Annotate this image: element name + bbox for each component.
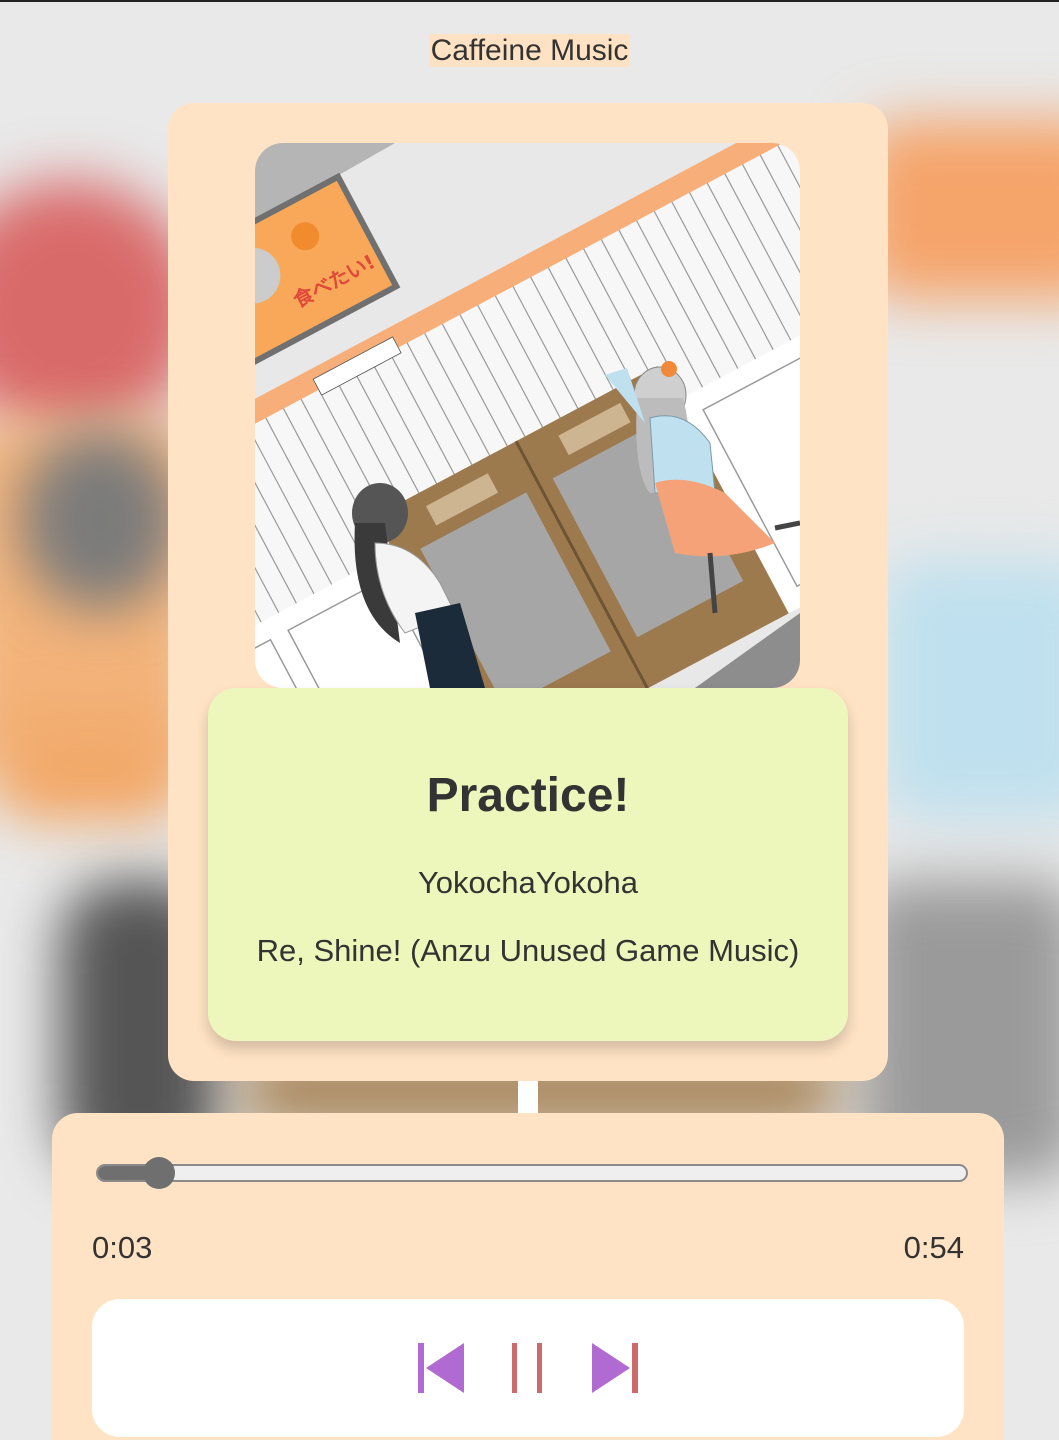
- seek-thumb[interactable]: [142, 1157, 175, 1189]
- duration-time: 0:54: [903, 1230, 964, 1265]
- album-cover-art: あんず あんず 食べたい!: [255, 143, 800, 688]
- card-connector: [518, 1081, 538, 1113]
- song-title: Practice!: [426, 769, 630, 822]
- player-panel: 0:03 0:54: [52, 1113, 1004, 1440]
- skip-next-icon: [592, 1343, 638, 1393]
- artist-name: YokochaYokoha: [417, 865, 639, 900]
- track-info-panel: Practice! YokochaYokoha Re, Shine! (Anzu…: [208, 688, 848, 1041]
- album-cover-illustration: あんず あんず 食べたい!: [255, 143, 800, 688]
- playback-controls: [92, 1299, 964, 1437]
- now-playing-card: あんず あんず 食べたい!: [168, 103, 888, 1081]
- album-name: Re, Shine! (Anzu Unused Game Music): [256, 933, 800, 968]
- app-title-text: Caffeine Music: [428, 34, 631, 67]
- previous-button[interactable]: [418, 1343, 464, 1393]
- pause-icon: [512, 1343, 542, 1393]
- seek-slider[interactable]: [96, 1157, 968, 1189]
- app-title: Caffeine Music: [0, 34, 1059, 68]
- next-button[interactable]: [592, 1343, 638, 1393]
- skip-previous-icon: [418, 1343, 464, 1393]
- top-border: [0, 0, 1059, 2]
- current-time: 0:03: [92, 1230, 153, 1265]
- pause-button[interactable]: [510, 1343, 544, 1393]
